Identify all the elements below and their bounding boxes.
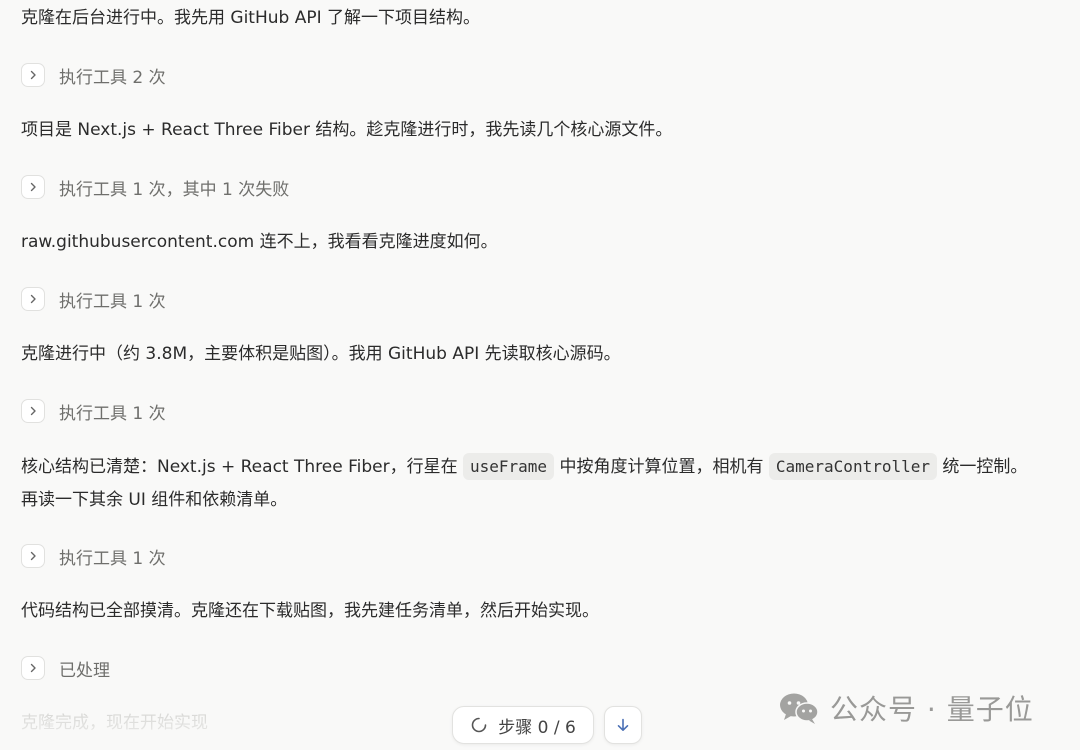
watermark-text: 公众号 · 量子位: [830, 693, 1034, 726]
message-text: 统一控制。: [942, 457, 1028, 477]
tool-call-toggle[interactable]: 执行工具 1 次: [21, 285, 166, 313]
step-progress-button[interactable]: 步骤 0 / 6: [452, 706, 594, 744]
tool-call-toggle[interactable]: 已处理: [21, 654, 110, 682]
inline-code: CameraController: [768, 453, 937, 480]
assistant-message: 克隆进行中（约 3.8M，主要体积是贴图）。我用 GitHub API 先读取核…: [21, 344, 621, 364]
assistant-message: 核心结构已清楚：Next.js + React Three Fiber，行星在 …: [21, 450, 1070, 517]
watermark: 公众号 · 量子位: [778, 686, 1034, 730]
arrow-down-icon: [615, 717, 631, 733]
tool-call-toggle[interactable]: 执行工具 1 次: [21, 542, 166, 570]
inline-code: useFrame: [463, 453, 555, 480]
message-text: 核心结构已清楚：Next.js + React Three Fiber，行星在: [21, 457, 458, 477]
tool-call-toggle[interactable]: 执行工具 2 次: [21, 61, 166, 89]
message-text: 中按角度计算位置，相机有: [559, 457, 764, 477]
tool-call-label: 执行工具 1 次: [59, 548, 166, 569]
assistant-message: raw.githubusercontent.com 连不上，我看看克隆进度如何。: [21, 232, 498, 252]
chevron-right-icon: [21, 656, 45, 680]
wechat-logo-icon: [778, 690, 820, 726]
chevron-right-icon: [21, 63, 45, 87]
assistant-message: 代码结构已全部摸清。克隆还在下载贴图，我先建任务清单，然后开始实现。: [21, 601, 599, 621]
spinner-icon: [470, 716, 488, 734]
tool-call-toggle[interactable]: 执行工具 1 次，其中 1 次失败: [21, 173, 289, 201]
tool-call-toggle[interactable]: 执行工具 1 次: [21, 397, 166, 425]
tool-call-label: 执行工具 1 次，其中 1 次失败: [59, 179, 290, 200]
assistant-message: 克隆在后台进行中。我先用 GitHub API 了解一下项目结构。: [21, 8, 481, 28]
streaming-message: 克隆完成，现在开始实现: [21, 713, 208, 733]
tool-call-label: 执行工具 1 次: [59, 291, 166, 312]
step-progress-label: 步骤 0 / 6: [498, 717, 576, 738]
assistant-message: 项目是 Next.js + React Three Fiber 结构。趁克隆进行…: [21, 120, 673, 140]
tool-call-label: 执行工具 2 次: [59, 67, 166, 88]
chat-feed: 克隆在后台进行中。我先用 GitHub API 了解一下项目结构。 执行工具 2…: [0, 0, 1080, 750]
chevron-right-icon: [21, 544, 45, 568]
tool-call-label: 已处理: [59, 660, 110, 681]
chevron-right-icon: [21, 175, 45, 199]
chevron-right-icon: [21, 399, 45, 423]
chevron-right-icon: [21, 287, 45, 311]
message-text: 再读一下其余 UI 组件和依赖清单。: [21, 490, 288, 510]
scroll-to-bottom-button[interactable]: [604, 706, 642, 744]
tool-call-label: 执行工具 1 次: [59, 403, 166, 424]
